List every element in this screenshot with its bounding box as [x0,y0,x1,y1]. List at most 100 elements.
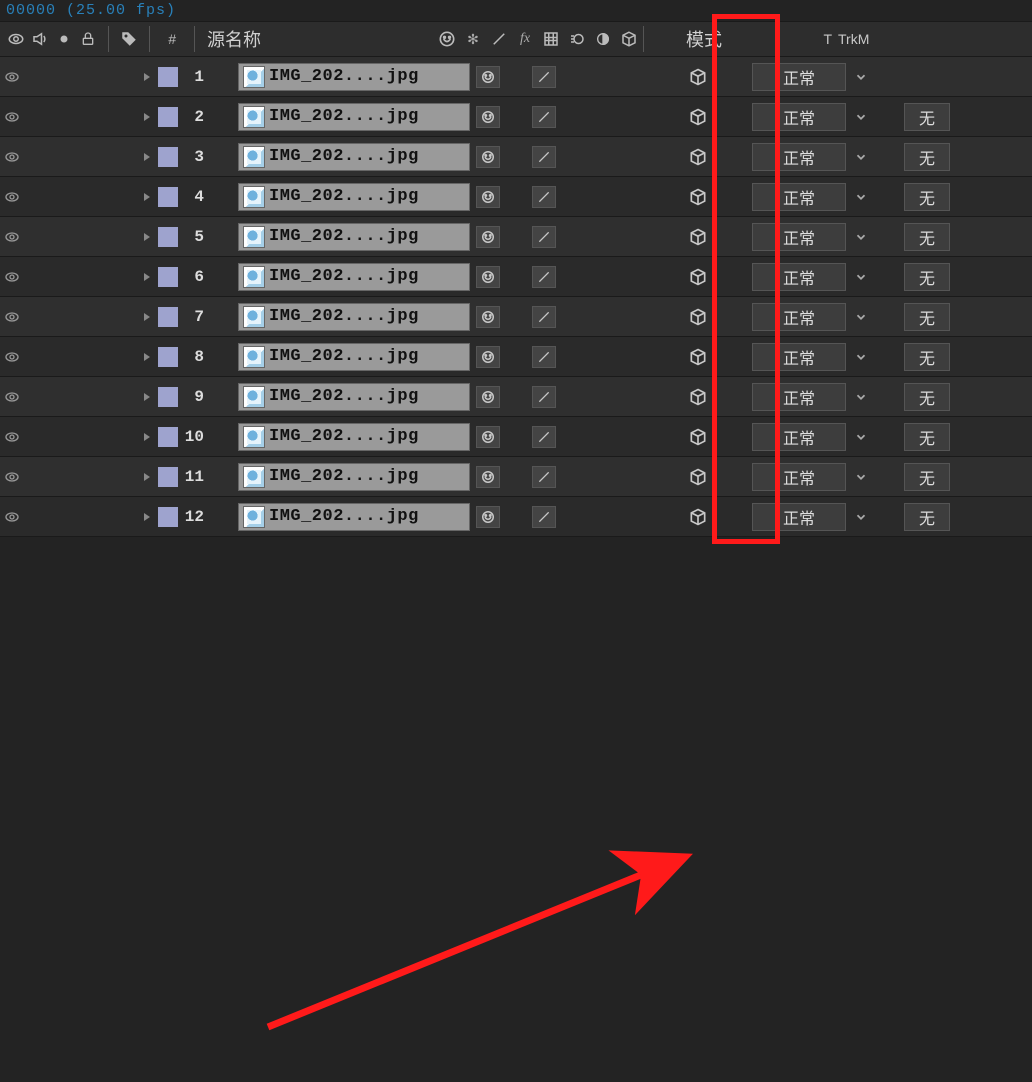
layer-source-name[interactable]: IMG_202....jpg [238,263,470,291]
layer-row[interactable]: 8 IMG_202....jpg 正常 无 [0,337,1032,377]
frame-blend-toggle[interactable] [588,183,616,211]
disclosure-triangle[interactable] [136,432,158,442]
effects-toggle[interactable] [558,263,586,291]
collapse-toggle[interactable] [502,303,530,331]
adjustment-toggle[interactable] [648,463,676,491]
layer-row[interactable]: 9 IMG_202....jpg 正常 无 [0,377,1032,417]
motion-blur-toggle[interactable] [618,383,646,411]
visibility-toggle[interactable] [0,389,24,405]
layer-row[interactable]: 1 IMG_202....jpg 正常 [0,57,1032,97]
disclosure-triangle[interactable] [136,232,158,242]
visibility-toggle[interactable] [0,509,24,525]
collapse-toggle[interactable] [502,343,530,371]
chevron-down-icon[interactable] [846,390,876,404]
layer-source-name[interactable]: IMG_202....jpg [238,303,470,331]
layer-source-name[interactable]: IMG_202....jpg [238,423,470,451]
track-matte-dropdown[interactable]: 无 [904,183,950,211]
chevron-down-icon[interactable] [846,70,876,84]
effects-toggle[interactable] [558,423,586,451]
layer-color-swatch[interactable] [158,467,178,487]
shy-toggle[interactable] [476,306,500,328]
visibility-toggle[interactable] [0,309,24,325]
three-d-toggle[interactable] [678,147,718,167]
shy-toggle[interactable] [476,346,500,368]
visibility-toggle[interactable] [0,149,24,165]
chevron-down-icon[interactable] [846,510,876,524]
effects-toggle[interactable] [558,303,586,331]
layer-row[interactable]: 11 IMG_202....jpg 正常 无 [0,457,1032,497]
chevron-down-icon[interactable] [846,430,876,444]
layer-color-swatch[interactable] [158,107,178,127]
collapse-toggle[interactable] [502,423,530,451]
adjustment-toggle[interactable] [648,63,676,91]
frame-blend-toggle[interactable] [588,383,616,411]
track-matte-dropdown[interactable]: 无 [904,463,950,491]
track-matte-dropdown[interactable]: 无 [904,503,950,531]
effects-toggle[interactable] [558,383,586,411]
adjustment-toggle[interactable] [648,423,676,451]
layer-row[interactable]: 3 IMG_202....jpg 正常 无 [0,137,1032,177]
shy-toggle[interactable] [476,146,500,168]
track-matte-dropdown[interactable]: 无 [904,423,950,451]
visibility-toggle[interactable] [0,109,24,125]
visibility-toggle[interactable] [0,189,24,205]
chevron-down-icon[interactable] [846,230,876,244]
shy-toggle[interactable] [476,466,500,488]
tag-icon[interactable] [119,29,139,49]
quality-toggle[interactable] [532,386,556,408]
disclosure-triangle[interactable] [136,192,158,202]
visibility-toggle[interactable] [0,349,24,365]
effects-toggle[interactable] [558,63,586,91]
frame-blend-toggle[interactable] [588,63,616,91]
chevron-down-icon[interactable] [846,270,876,284]
fx-icon[interactable]: fx [515,30,535,48]
adjustment-toggle[interactable] [648,383,676,411]
layer-row[interactable]: 5 IMG_202....jpg 正常 无 [0,217,1032,257]
disclosure-triangle[interactable] [136,112,158,122]
motion-blur-toggle[interactable] [618,223,646,251]
three-d-toggle[interactable] [678,507,718,527]
track-matte-dropdown[interactable]: 无 [904,343,950,371]
solo-dot-icon[interactable] [54,29,74,49]
motion-blur-toggle[interactable] [618,423,646,451]
three-d-toggle[interactable] [678,467,718,487]
layer-row[interactable]: 4 IMG_202....jpg 正常 无 [0,177,1032,217]
motion-blur-toggle[interactable] [618,343,646,371]
layer-row[interactable]: 2 IMG_202....jpg 正常 无 [0,97,1032,137]
quality-toggle[interactable] [532,66,556,88]
quality-icon[interactable] [489,30,509,48]
disclosure-triangle[interactable] [136,472,158,482]
motion-blur-toggle[interactable] [618,63,646,91]
effects-toggle[interactable] [558,463,586,491]
three-d-toggle[interactable] [678,107,718,127]
quality-toggle[interactable] [532,146,556,168]
layer-color-swatch[interactable] [158,147,178,167]
visibility-toggle[interactable] [0,229,24,245]
quality-toggle[interactable] [532,226,556,248]
frame-blend-toggle[interactable] [588,303,616,331]
layer-color-swatch[interactable] [158,187,178,207]
chevron-down-icon[interactable] [846,470,876,484]
three-d-toggle[interactable] [678,427,718,447]
three-d-toggle[interactable] [678,347,718,367]
effects-toggle[interactable] [558,503,586,531]
column-header-trkmat[interactable]: TrkM [838,31,878,47]
chevron-down-icon[interactable] [846,150,876,164]
collapse-toggle[interactable] [502,263,530,291]
collapse-toggle[interactable] [502,383,530,411]
track-matte-dropdown[interactable]: 无 [904,223,950,251]
chevron-down-icon[interactable] [846,110,876,124]
quality-toggle[interactable] [532,186,556,208]
disclosure-triangle[interactable] [136,272,158,282]
adjustment-toggle[interactable] [648,343,676,371]
three-d-toggle[interactable] [678,227,718,247]
layer-color-swatch[interactable] [158,427,178,447]
disclosure-triangle[interactable] [136,312,158,322]
layer-source-name[interactable]: IMG_202....jpg [238,503,470,531]
chevron-down-icon[interactable] [846,310,876,324]
adjustment-layer-icon[interactable] [593,30,613,48]
track-matte-dropdown[interactable]: 无 [904,143,950,171]
disclosure-triangle[interactable] [136,392,158,402]
collapse-toggle[interactable] [502,143,530,171]
frame-blend-toggle[interactable] [588,143,616,171]
